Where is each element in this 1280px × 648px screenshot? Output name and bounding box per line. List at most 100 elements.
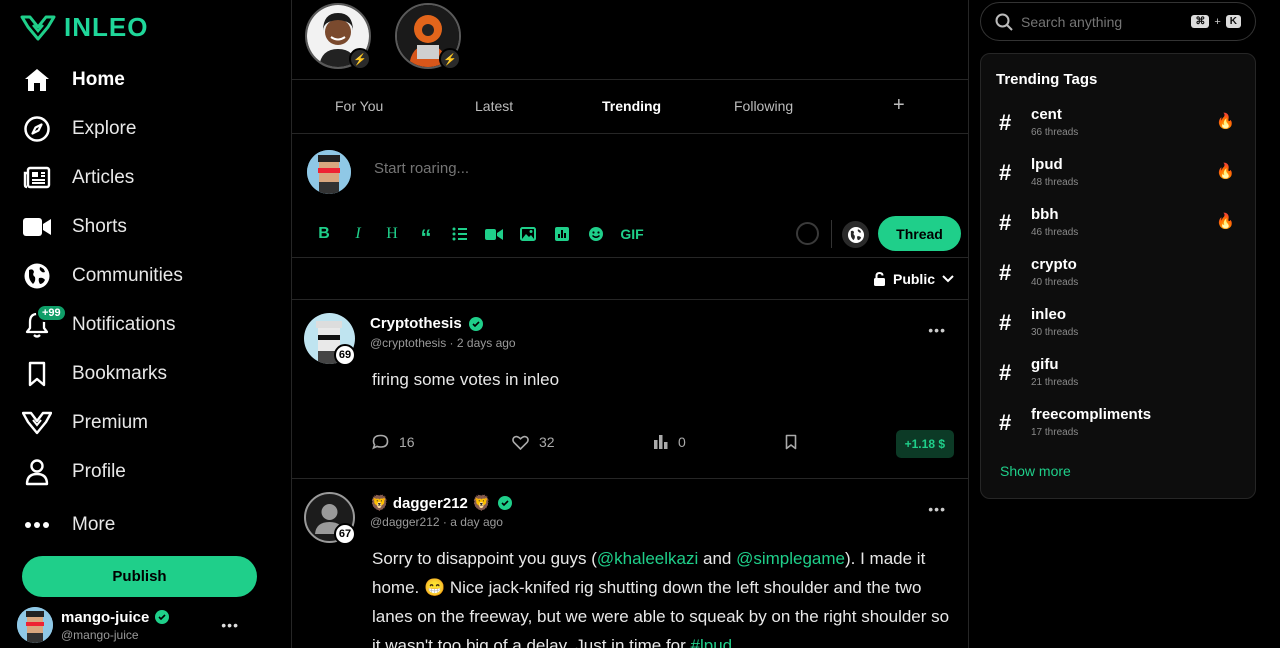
shortcut-key: ⌘ <box>1191 15 1210 28</box>
author-handle[interactable]: @dagger212 <box>370 515 440 529</box>
panel-title: Trending Tags <box>996 71 1098 88</box>
hashtag-icon: # <box>999 210 1012 235</box>
list-icon[interactable] <box>443 223 477 245</box>
hashtag-icon: # <box>999 260 1012 285</box>
trending-tag[interactable]: # freecompliments 17 threads <box>999 406 1239 446</box>
account-menu-icon[interactable]: ••• <box>221 617 239 633</box>
reward-badge[interactable]: +1.18 $ <box>895 430 954 458</box>
comment-icon <box>372 434 389 450</box>
search-icon <box>995 13 1013 31</box>
views-button[interactable]: 0 <box>654 434 686 450</box>
mention-link[interactable]: @khaleelkazi <box>597 549 698 568</box>
nav-communities[interactable]: Communities <box>22 251 272 300</box>
thread-button[interactable]: Thread <box>878 216 961 251</box>
trending-tag[interactable]: # lpud 48 threads 🔥 <box>999 156 1239 196</box>
tag-name: gifu <box>1031 356 1059 373</box>
gif-button[interactable]: GIF <box>613 223 651 245</box>
feed-tabs: For You Latest Trending Following + <box>292 80 968 134</box>
image-icon[interactable] <box>511 223 545 245</box>
emoji-icon[interactable] <box>579 223 613 245</box>
add-tab-icon[interactable]: + <box>893 94 905 117</box>
premium-icon <box>22 408 52 438</box>
post-card[interactable]: 69 Cryptothesis @cryptothesis · 2 days a… <box>292 300 968 479</box>
italic-icon[interactable]: I <box>341 223 375 245</box>
trending-tag[interactable]: # inleo 30 threads <box>999 306 1239 346</box>
comment-button[interactable]: 16 <box>372 434 415 450</box>
author-name[interactable]: Cryptothesis <box>370 315 462 332</box>
composer: B I H “ GIF <box>292 134 968 258</box>
tab-trending[interactable]: Trending <box>602 98 661 114</box>
trending-tags-panel: Trending Tags # cent 66 threads 🔥 # lpud… <box>980 53 1256 499</box>
search-input[interactable] <box>1021 13 1171 30</box>
nav-home[interactable]: Home <box>22 55 272 104</box>
inleo-logo[interactable]: INLEO <box>20 12 148 43</box>
verified-icon <box>155 610 170 624</box>
quote-icon[interactable]: “ <box>409 223 443 250</box>
language-globe-icon[interactable] <box>842 221 869 248</box>
nav-shorts[interactable]: Shorts <box>22 202 272 251</box>
nav-label: Profile <box>72 460 126 482</box>
bold-icon[interactable]: B <box>307 223 341 245</box>
globe-icon <box>22 261 52 291</box>
nav-explore[interactable]: Explore <box>22 104 272 153</box>
bookmark-button[interactable] <box>785 434 797 450</box>
post-menu-icon[interactable]: ••• <box>928 501 946 517</box>
heart-icon <box>512 435 529 450</box>
tab-latest[interactable]: Latest <box>475 98 513 114</box>
publish-button[interactable]: Publish <box>22 556 257 597</box>
post-card[interactable]: 67 🦁 dagger212 🦁 @dagger212 · a day ago … <box>292 479 968 648</box>
compose-input[interactable] <box>374 160 774 177</box>
trending-tag[interactable]: # bbh 46 threads 🔥 <box>999 206 1239 246</box>
chevron-down-icon <box>942 275 954 283</box>
author-handle[interactable]: @cryptothesis <box>370 336 446 350</box>
tag-count: 30 threads <box>1031 327 1079 338</box>
verified-icon <box>497 496 512 510</box>
heading-icon[interactable]: H <box>375 223 409 245</box>
main-nav: Home Explore Articles Shorts Communities… <box>22 55 272 549</box>
post-time: a day ago <box>450 515 503 529</box>
visibility-label: Public <box>892 271 935 287</box>
nav-label: Explore <box>72 117 137 139</box>
nav-premium[interactable]: Premium <box>22 398 272 447</box>
tab-for-you[interactable]: For You <box>335 98 383 114</box>
character-count-ring <box>796 222 819 245</box>
current-user-name: mango-juice <box>61 608 150 626</box>
video-icon[interactable] <box>477 223 511 245</box>
video-camera-icon <box>22 212 52 242</box>
nav-label: Articles <box>72 166 135 188</box>
like-button[interactable]: 32 <box>512 434 555 450</box>
visibility-selector[interactable]: Public <box>873 271 954 287</box>
fire-icon: 🔥 <box>1216 113 1235 130</box>
hashtag-icon: # <box>999 410 1012 435</box>
nav-profile[interactable]: Profile <box>22 447 272 496</box>
hashtag-icon: # <box>999 360 1012 385</box>
tab-following[interactable]: Following <box>734 98 793 114</box>
hashtag-icon: # <box>999 160 1012 185</box>
post-text: and <box>698 549 737 568</box>
tag-count: 48 threads <box>1031 177 1079 188</box>
nav-notifications[interactable]: +99 Notifications <box>22 300 272 349</box>
trending-tag[interactable]: # crypto 40 threads <box>999 256 1239 296</box>
search-box[interactable]: ⌘ + K <box>980 2 1256 41</box>
mention-link[interactable]: @simplegame <box>736 549 845 568</box>
tag-name: bbh <box>1031 206 1059 223</box>
nav-articles[interactable]: Articles <box>22 153 272 202</box>
trending-tag[interactable]: # gifu 21 threads <box>999 356 1239 396</box>
show-more-link[interactable]: Show more <box>1000 463 1071 479</box>
tag-count: 17 threads <box>1031 427 1079 438</box>
post-menu-icon[interactable]: ••• <box>928 322 946 338</box>
dots-icon <box>22 510 52 540</box>
reputation-badge: 67 <box>334 523 356 545</box>
author-name[interactable]: 🦁 dagger212 🦁 <box>370 494 491 512</box>
post-text: Sorry to disappoint you guys ( <box>372 549 597 568</box>
current-user-card[interactable]: mango-juice @mango-juice ••• <box>17 607 267 643</box>
hashtag-link[interactable]: #lpud <box>691 636 733 648</box>
bolt-icon: ⚡ <box>439 48 461 70</box>
poll-icon[interactable] <box>545 223 579 245</box>
user-icon <box>22 457 52 487</box>
nav-bookmarks[interactable]: Bookmarks <box>22 349 272 398</box>
avatar <box>307 150 351 194</box>
trending-tag[interactable]: # cent 66 threads 🔥 <box>999 106 1239 146</box>
nav-more[interactable]: More <box>22 500 272 549</box>
lion-logo-icon <box>20 15 56 40</box>
